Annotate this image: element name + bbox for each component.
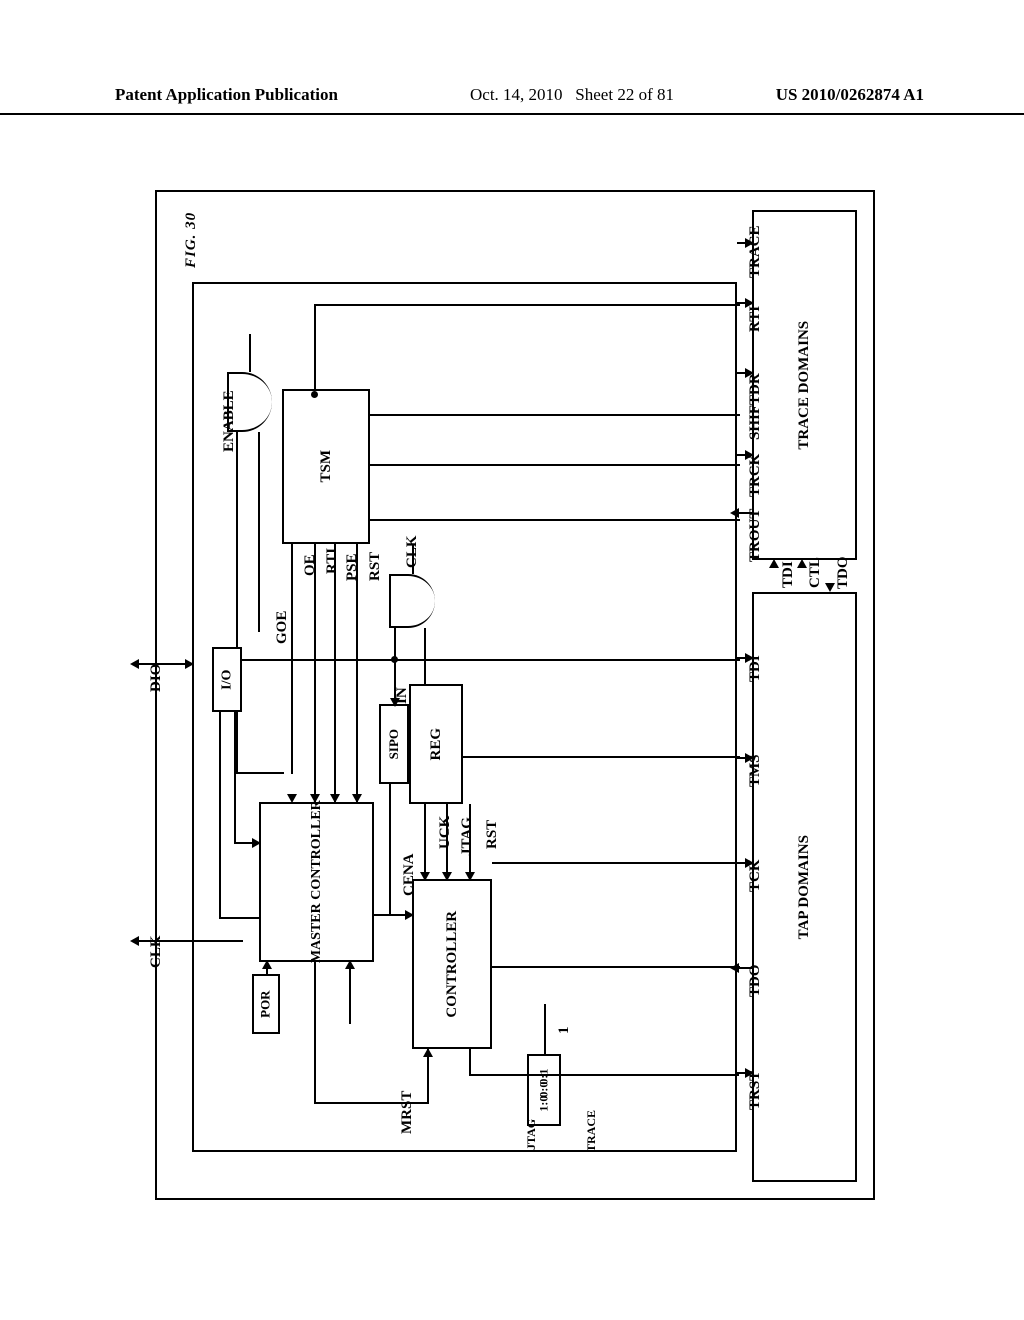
header-sheet: Sheet 22 of 81 bbox=[575, 85, 674, 104]
label-trace-out: TRACE bbox=[584, 1110, 599, 1152]
pin-shiftdr: SHIFTDR bbox=[747, 373, 764, 440]
label-one: 1 bbox=[556, 1027, 573, 1035]
controller-label: CONTROLLER bbox=[444, 911, 461, 1018]
reg-label: REG bbox=[428, 728, 445, 761]
arrow-icon bbox=[745, 238, 754, 248]
arrow-icon bbox=[423, 1048, 433, 1057]
label-rti: RTI bbox=[324, 548, 341, 574]
pin-trout: TROUT bbox=[747, 509, 764, 562]
arrow-icon bbox=[252, 838, 261, 848]
label-goe: GOE bbox=[274, 611, 291, 644]
io-label: I/O bbox=[219, 669, 234, 689]
mode-table: 0:1 0:0 1:0 bbox=[527, 1054, 561, 1126]
arrow-icon bbox=[745, 653, 754, 663]
tap-domains-block: TAP DOMAINS bbox=[752, 592, 857, 1182]
sipo-label: SIPO bbox=[387, 729, 401, 759]
arrow-icon bbox=[130, 936, 139, 946]
label-mrst: MRST bbox=[399, 1091, 416, 1134]
label-jtag-out: JTAG bbox=[524, 1119, 539, 1150]
master-controller-label: MASTER CONTROLLER bbox=[309, 801, 324, 964]
pin-rti: RTI bbox=[747, 306, 764, 332]
pin-tdo-inter: TDO bbox=[835, 556, 852, 589]
arrow-icon bbox=[390, 698, 400, 707]
inner-block: ENABLE GOE TSM CLK OE RTI PSE RST bbox=[192, 282, 737, 1152]
arrow-icon bbox=[345, 960, 355, 969]
arrow-icon bbox=[745, 450, 754, 460]
and-gate-top bbox=[227, 372, 272, 432]
pad-dio: DIO bbox=[148, 664, 165, 692]
controller-block: CONTROLLER bbox=[412, 879, 492, 1049]
sipo-block: SIPO bbox=[379, 704, 409, 784]
pin-trace: TRACE bbox=[747, 225, 764, 278]
io-block: I/O bbox=[212, 647, 242, 712]
pin-tdo2: TDO bbox=[747, 964, 764, 997]
tap-domains-label: TAP DOMAINS bbox=[796, 835, 813, 939]
table-10: 1:0 bbox=[537, 1095, 550, 1111]
arrow-icon bbox=[262, 960, 272, 969]
label-jtag: JTAG bbox=[459, 817, 476, 856]
pin-trck: TRCK bbox=[747, 454, 764, 497]
arrow-icon bbox=[797, 559, 807, 568]
figure-30: FIG. 30 TRACE DOMAINS TAP DOMAINS TDI CT… bbox=[155, 160, 875, 1200]
trace-domains-label: TRACE DOMAINS bbox=[796, 321, 813, 450]
arrow-icon bbox=[769, 559, 779, 568]
and-gate-mid bbox=[389, 574, 435, 628]
label-rst: RST bbox=[367, 552, 384, 581]
header-mid: Oct. 14, 2010 Sheet 22 of 81 bbox=[470, 85, 674, 105]
page-header: Patent Application Publication Oct. 14, … bbox=[0, 85, 1024, 115]
trace-domains-block: TRACE DOMAINS bbox=[752, 210, 857, 560]
pin-tdi-inter: TDI bbox=[780, 561, 797, 588]
label-cena: CENA bbox=[401, 853, 418, 896]
label-rst2: RST bbox=[484, 820, 501, 849]
arrow-icon bbox=[405, 910, 414, 920]
chip-outline: TRACE DOMAINS TAP DOMAINS TDI CTL TDO TR… bbox=[155, 190, 875, 1200]
arrow-icon bbox=[825, 583, 835, 592]
master-controller-block: MASTER CONTROLLER bbox=[259, 802, 374, 962]
header-right: US 2010/0262874 A1 bbox=[776, 85, 924, 105]
pin-ctl: CTL bbox=[807, 557, 824, 588]
arrow-icon bbox=[745, 298, 754, 308]
label-oe: OE bbox=[302, 554, 319, 576]
por-label: POR bbox=[259, 990, 273, 1017]
arrow-icon bbox=[745, 1068, 754, 1078]
por-block: POR bbox=[252, 974, 280, 1034]
arrow-icon bbox=[185, 659, 194, 669]
tsm-label: TSM bbox=[318, 450, 335, 483]
arrow-icon bbox=[745, 753, 754, 763]
header-date: Oct. 14, 2010 bbox=[470, 85, 563, 104]
arrow-icon bbox=[745, 858, 754, 868]
header-left: Patent Application Publication bbox=[115, 85, 338, 105]
reg-block: REG bbox=[409, 684, 463, 804]
arrow-icon bbox=[130, 659, 139, 669]
arrow-icon bbox=[745, 368, 754, 378]
tsm-block: TSM bbox=[282, 389, 370, 544]
label-pse: PSE bbox=[344, 553, 361, 581]
